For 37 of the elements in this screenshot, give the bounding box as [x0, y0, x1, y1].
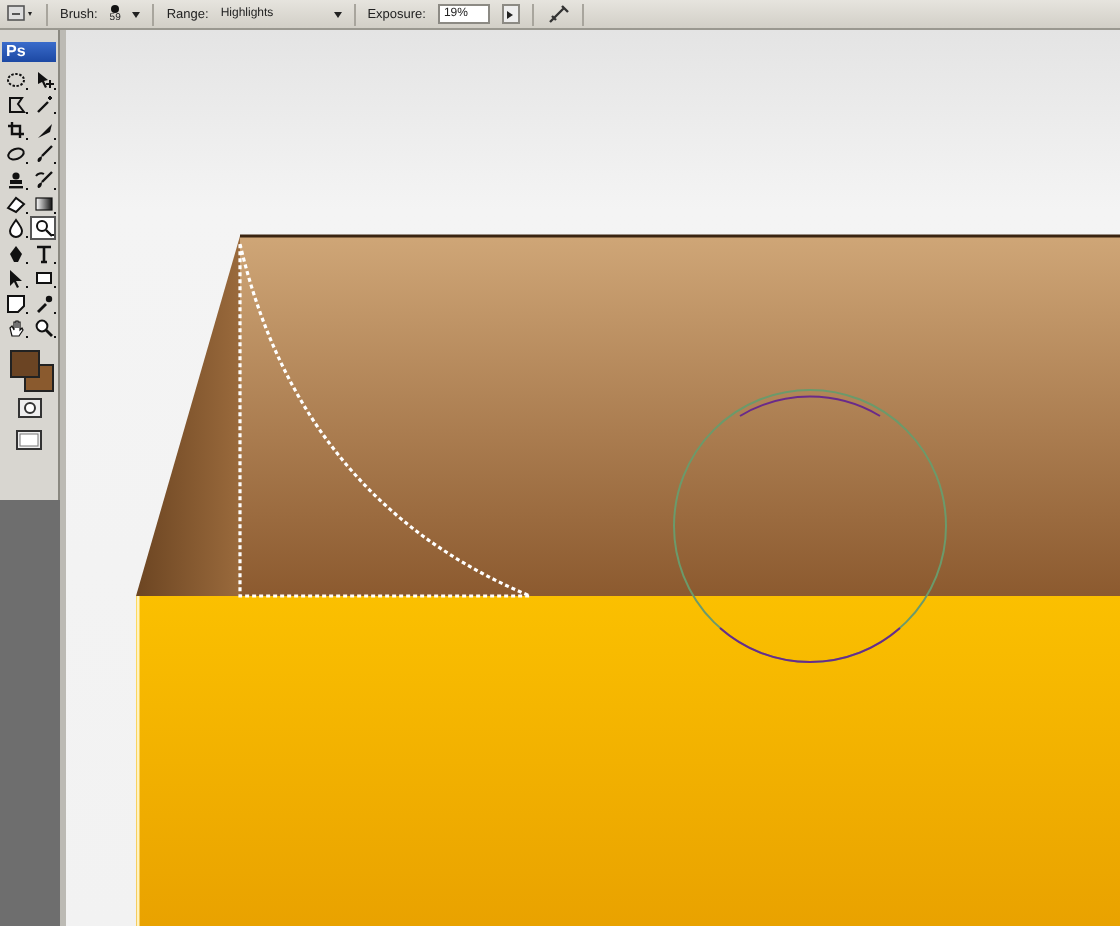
bandage-icon [5, 144, 25, 165]
gradient-icon [33, 193, 53, 214]
arrow-pointer-icon [5, 268, 25, 289]
airbrush-icon[interactable] [545, 4, 570, 24]
stamp-icon [5, 169, 25, 190]
crop-icon [5, 119, 25, 140]
type-icon [33, 243, 53, 264]
tool-button[interactable] [30, 216, 56, 241]
exposure-slider-button[interactable] [501, 4, 520, 24]
dodge-icon [33, 218, 53, 239]
note-icon [5, 293, 25, 314]
tool-button[interactable] [2, 117, 28, 142]
eraser-icon [5, 193, 25, 214]
tool-button[interactable] [30, 315, 56, 340]
brush-tip-icon[interactable] [110, 4, 121, 14]
pen-icon [5, 243, 25, 264]
tool-button[interactable] [2, 291, 28, 316]
dropdown-arrow-icon[interactable] [132, 11, 141, 17]
rectangle-icon [33, 268, 53, 289]
tool-button[interactable] [30, 191, 56, 216]
move-arrow-icon [33, 70, 53, 90]
hand-icon [5, 317, 25, 338]
eyedropper-icon [33, 293, 53, 314]
drop-icon [5, 218, 25, 239]
magnifier-icon [33, 317, 53, 338]
app-logo: Ps [2, 42, 56, 62]
lasso-icon [5, 94, 25, 115]
quick-mask-icon[interactable] [17, 398, 41, 419]
tool-button[interactable] [2, 68, 28, 92]
screen-mode-icon[interactable] [16, 430, 42, 451]
foreground-color-swatch[interactable] [9, 350, 39, 379]
magic-wand-icon [33, 94, 53, 115]
brush-icon [33, 144, 53, 165]
tool-button[interactable] [30, 167, 56, 192]
ellipse-icon [5, 70, 25, 90]
tool-preset-icon[interactable] [6, 4, 34, 24]
history-brush-icon [33, 169, 53, 190]
